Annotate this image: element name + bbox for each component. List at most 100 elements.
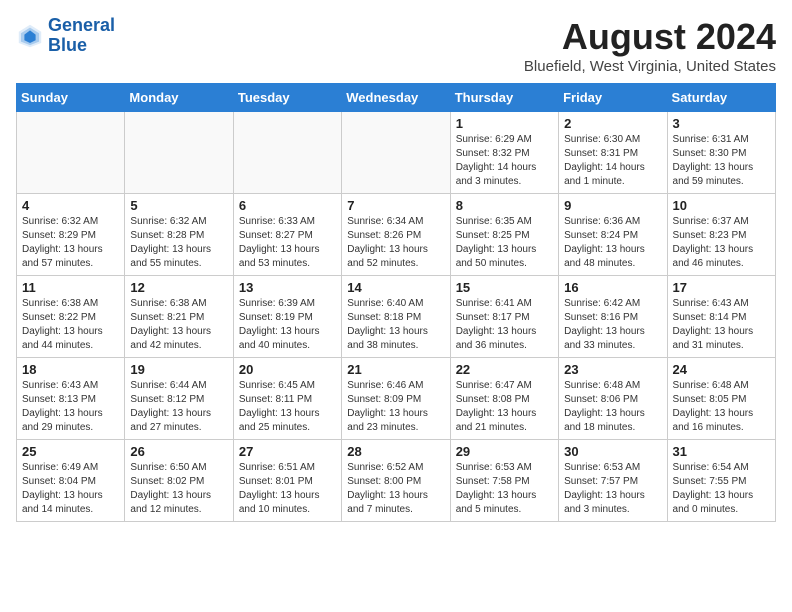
week-row-5: 25 Sunrise: 6:49 AM Sunset: 8:04 PM Dayli… [17,440,776,522]
week-row-2: 4 Sunrise: 6:32 AM Sunset: 8:29 PM Daylig… [17,194,776,276]
calendar-cell: 21Sunrise: 6:46 AM Sunset: 8:09 PM Dayli… [342,358,450,440]
day-number: 8 [456,198,553,213]
calendar-cell: 13 Sunrise: 6:39 AM Sunset: 8:19 PM Dayli… [233,276,341,358]
day-info: Sunrise: 6:54 AM Sunset: 7:55 PM Dayligh… [673,461,770,517]
day-number: 28 [347,444,444,459]
day-number: 22 [456,362,553,377]
day-number: 11 [22,280,119,295]
day-number: 17 [673,280,770,295]
calendar-cell [233,112,341,194]
weekday-header-row: SundayMondayTuesdayWednesdayThursdayFrid… [17,84,776,112]
calendar-cell: 27Sunrise: 6:51 AM Sunset: 8:01 PM Dayli… [233,440,341,522]
logo-text: General Blue [48,16,115,56]
title-block: August 2024 Bluefield, West Virginia, Un… [524,16,776,75]
weekday-header-saturday: Saturday [667,84,775,112]
calendar-cell: 16 Sunrise: 6:42 AM Sunset: 8:16 PM Dayli… [559,276,667,358]
calendar-cell: 6 Sunrise: 6:33 AM Sunset: 8:27 PM Daylig… [233,194,341,276]
day-info: Sunrise: 6:44 AM Sunset: 8:12 PM Dayligh… [130,379,227,435]
day-info: Sunrise: 6:51 AM Sunset: 8:01 PM Dayligh… [239,461,336,517]
calendar-cell: 11 Sunrise: 6:38 AM Sunset: 8:22 PM Dayli… [17,276,125,358]
day-info: Sunrise: 6:37 AM Sunset: 8:23 PM Dayligh… [673,215,770,271]
day-number: 21 [347,362,444,377]
weekday-header-tuesday: Tuesday [233,84,341,112]
day-number: 5 [130,198,227,213]
day-info: Sunrise: 6:43 AM Sunset: 8:14 PM Dayligh… [673,297,770,353]
day-info: Sunrise: 6:29 AM Sunset: 8:32 PM Dayligh… [456,133,553,189]
weekday-header-sunday: Sunday [17,84,125,112]
week-row-3: 11 Sunrise: 6:38 AM Sunset: 8:22 PM Dayli… [17,276,776,358]
week-row-1: 1 Sunrise: 6:29 AM Sunset: 8:32 PM Daylig… [17,112,776,194]
day-info: Sunrise: 6:35 AM Sunset: 8:25 PM Dayligh… [456,215,553,271]
day-number: 31 [673,444,770,459]
day-info: Sunrise: 6:47 AM Sunset: 8:08 PM Dayligh… [456,379,553,435]
location: Bluefield, West Virginia, United States [524,58,776,75]
calendar-cell [342,112,450,194]
day-info: Sunrise: 6:48 AM Sunset: 8:06 PM Dayligh… [564,379,661,435]
page-header: General Blue August 2024 Bluefield, West… [16,16,776,75]
logo: General Blue [16,16,115,56]
weekday-header-friday: Friday [559,84,667,112]
day-info: Sunrise: 6:48 AM Sunset: 8:05 PM Dayligh… [673,379,770,435]
day-info: Sunrise: 6:45 AM Sunset: 8:11 PM Dayligh… [239,379,336,435]
calendar-cell: 26 Sunrise: 6:50 AM Sunset: 8:02 PM Dayli… [125,440,233,522]
day-number: 3 [673,116,770,131]
day-info: Sunrise: 6:39 AM Sunset: 8:19 PM Dayligh… [239,297,336,353]
calendar-cell: 4 Sunrise: 6:32 AM Sunset: 8:29 PM Daylig… [17,194,125,276]
day-info: Sunrise: 6:32 AM Sunset: 8:28 PM Dayligh… [130,215,227,271]
calendar-cell: 20Sunrise: 6:45 AM Sunset: 8:11 PM Dayli… [233,358,341,440]
calendar-cell: 23 Sunrise: 6:48 AM Sunset: 8:06 PM Dayli… [559,358,667,440]
day-number: 30 [564,444,661,459]
day-number: 14 [347,280,444,295]
day-number: 18 [22,362,119,377]
day-number: 10 [673,198,770,213]
calendar-table: SundayMondayTuesdayWednesdayThursdayFrid… [16,83,776,522]
day-info: Sunrise: 6:38 AM Sunset: 8:22 PM Dayligh… [22,297,119,353]
day-info: Sunrise: 6:49 AM Sunset: 8:04 PM Dayligh… [22,461,119,517]
day-info: Sunrise: 6:43 AM Sunset: 8:13 PM Dayligh… [22,379,119,435]
calendar-cell: 28 Sunrise: 6:52 AM Sunset: 8:00 PM Dayli… [342,440,450,522]
month-year: August 2024 [524,16,776,58]
day-info: Sunrise: 6:33 AM Sunset: 8:27 PM Dayligh… [239,215,336,271]
calendar-cell: 17 Sunrise: 6:43 AM Sunset: 8:14 PM Dayli… [667,276,775,358]
calendar-cell: 5 Sunrise: 6:32 AM Sunset: 8:28 PM Daylig… [125,194,233,276]
day-number: 12 [130,280,227,295]
calendar-cell: 1 Sunrise: 6:29 AM Sunset: 8:32 PM Daylig… [450,112,558,194]
calendar-cell: 25 Sunrise: 6:49 AM Sunset: 8:04 PM Dayli… [17,440,125,522]
calendar-cell [17,112,125,194]
day-number: 26 [130,444,227,459]
day-info: Sunrise: 6:36 AM Sunset: 8:24 PM Dayligh… [564,215,661,271]
logo-icon [16,22,44,50]
calendar-cell: 29Sunrise: 6:53 AM Sunset: 7:58 PM Dayli… [450,440,558,522]
day-info: Sunrise: 6:52 AM Sunset: 8:00 PM Dayligh… [347,461,444,517]
day-info: Sunrise: 6:50 AM Sunset: 8:02 PM Dayligh… [130,461,227,517]
day-info: Sunrise: 6:40 AM Sunset: 8:18 PM Dayligh… [347,297,444,353]
weekday-header-monday: Monday [125,84,233,112]
day-number: 1 [456,116,553,131]
weekday-header-thursday: Thursday [450,84,558,112]
day-number: 23 [564,362,661,377]
calendar-cell: 12Sunrise: 6:38 AM Sunset: 8:21 PM Dayli… [125,276,233,358]
day-number: 24 [673,362,770,377]
day-info: Sunrise: 6:42 AM Sunset: 8:16 PM Dayligh… [564,297,661,353]
day-number: 16 [564,280,661,295]
calendar-cell: 8 Sunrise: 6:35 AM Sunset: 8:25 PM Daylig… [450,194,558,276]
week-row-4: 18 Sunrise: 6:43 AM Sunset: 8:13 PM Dayli… [17,358,776,440]
day-number: 2 [564,116,661,131]
day-number: 29 [456,444,553,459]
day-number: 9 [564,198,661,213]
calendar-cell: 31 Sunrise: 6:54 AM Sunset: 7:55 PM Dayli… [667,440,775,522]
day-info: Sunrise: 6:30 AM Sunset: 8:31 PM Dayligh… [564,133,661,189]
day-info: Sunrise: 6:31 AM Sunset: 8:30 PM Dayligh… [673,133,770,189]
day-info: Sunrise: 6:32 AM Sunset: 8:29 PM Dayligh… [22,215,119,271]
calendar-cell: 9 Sunrise: 6:36 AM Sunset: 8:24 PM Daylig… [559,194,667,276]
calendar-cell: 7Sunrise: 6:34 AM Sunset: 8:26 PM Daylig… [342,194,450,276]
calendar-cell: 22 Sunrise: 6:47 AM Sunset: 8:08 PM Dayli… [450,358,558,440]
day-number: 15 [456,280,553,295]
day-number: 6 [239,198,336,213]
day-number: 25 [22,444,119,459]
day-number: 4 [22,198,119,213]
weekday-header-wednesday: Wednesday [342,84,450,112]
day-number: 13 [239,280,336,295]
calendar-cell: 14 Sunrise: 6:40 AM Sunset: 8:18 PM Dayli… [342,276,450,358]
calendar-cell: 2 Sunrise: 6:30 AM Sunset: 8:31 PM Daylig… [559,112,667,194]
